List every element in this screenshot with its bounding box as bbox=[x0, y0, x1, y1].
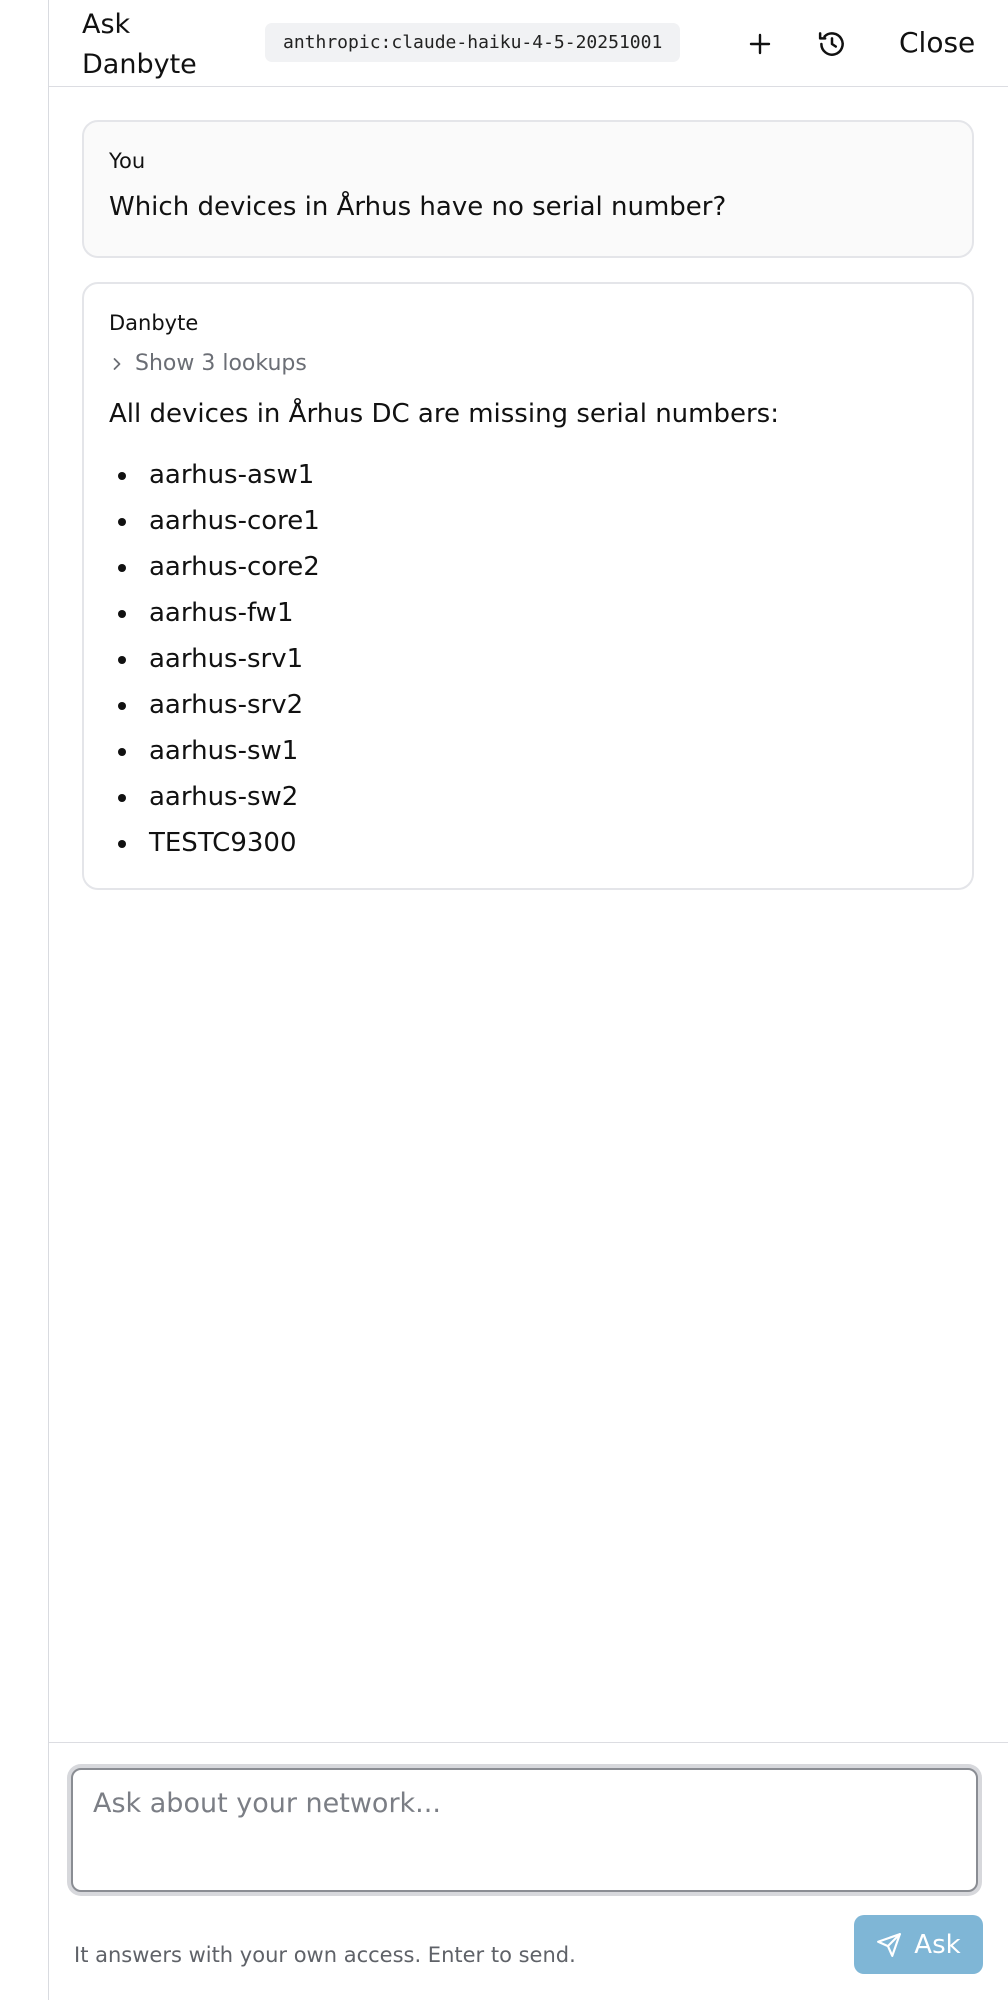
list-item: aarhus-fw1 bbox=[109, 590, 320, 636]
model-badge[interactable]: anthropic:claude-haiku-4-5-20251001 bbox=[265, 23, 681, 62]
send-icon bbox=[877, 1932, 902, 1957]
ask-button[interactable]: Ask bbox=[854, 1915, 983, 1974]
plus-icon bbox=[749, 33, 771, 55]
question-input[interactable] bbox=[71, 1768, 978, 1892]
panel-title: Ask Danbyte bbox=[82, 9, 197, 80]
ask-label: Ask bbox=[914, 1929, 961, 1960]
new-chat-button[interactable] bbox=[738, 22, 782, 66]
list-item: TESTC9300 bbox=[109, 820, 320, 866]
user-message: You Which devices in Århus have no seria… bbox=[82, 120, 974, 258]
list-item: aarhus-sw1 bbox=[109, 728, 320, 774]
lookups-label: Show 3 lookups bbox=[135, 351, 307, 376]
message-text: All devices in Århus DC are missing seri… bbox=[109, 399, 779, 429]
list-item: aarhus-core2 bbox=[109, 544, 320, 590]
composer-hint: It answers with your own access. Enter t… bbox=[74, 1943, 576, 1967]
list-item: aarhus-asw1 bbox=[109, 452, 320, 498]
assistant-message: Danbyte Show 3 lookups All devices in År… bbox=[82, 282, 974, 890]
list-item: aarhus-srv1 bbox=[109, 636, 320, 682]
device-list: aarhus-asw1 aarhus-core1 aarhus-core2 aa… bbox=[109, 452, 320, 866]
history-icon bbox=[818, 32, 844, 56]
message-author: You bbox=[109, 149, 146, 173]
chevron-right-icon bbox=[113, 357, 121, 370]
list-item: aarhus-core1 bbox=[109, 498, 320, 544]
chat-header: Ask Danbyte anthropic:claude-haiku-4-5-2… bbox=[49, 0, 1008, 87]
chat-panel: Ask Danbyte anthropic:claude-haiku-4-5-2… bbox=[48, 0, 1008, 2000]
list-item: aarhus-sw2 bbox=[109, 774, 320, 820]
show-lookups-toggle[interactable]: Show 3 lookups bbox=[109, 351, 307, 376]
message-author: Danbyte bbox=[109, 311, 199, 335]
list-item: aarhus-srv2 bbox=[109, 682, 320, 728]
composer: It answers with your own access. Enter t… bbox=[49, 1742, 1008, 2001]
close-button[interactable]: Close bbox=[891, 20, 983, 66]
message-text: Which devices in Århus have no serial nu… bbox=[109, 192, 727, 222]
history-button[interactable] bbox=[810, 22, 854, 66]
